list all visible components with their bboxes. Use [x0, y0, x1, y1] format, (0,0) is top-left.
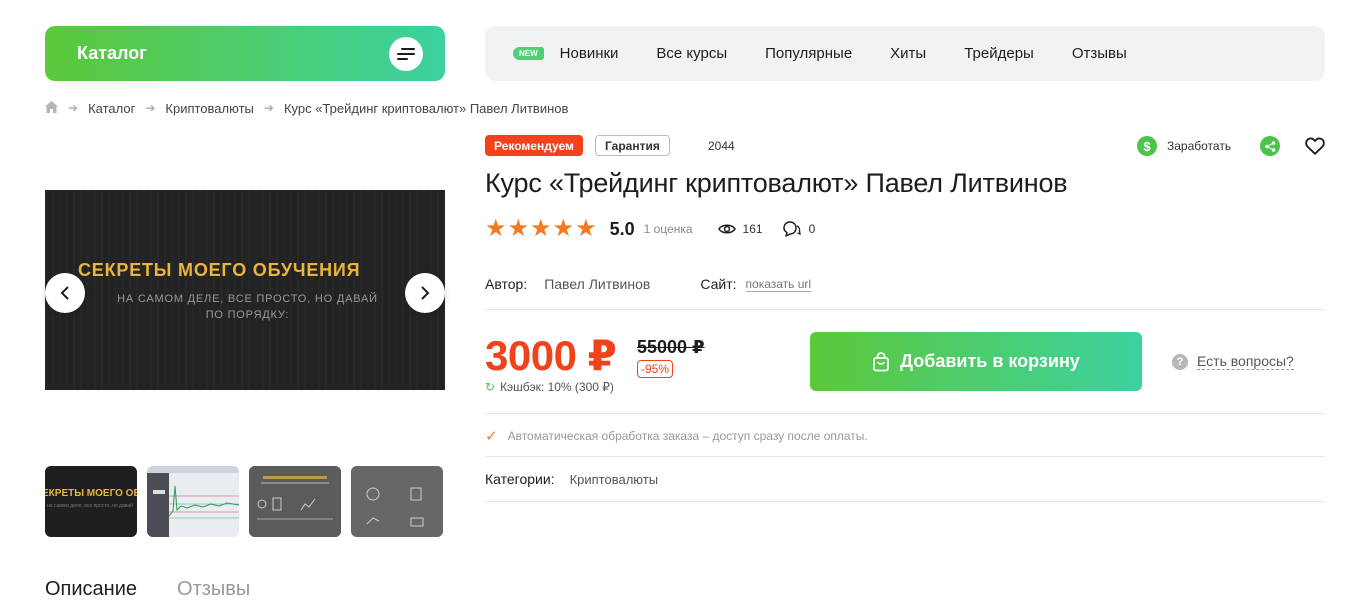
- main-product-image[interactable]: СЕКРЕТЫ МОЕГО ОБУЧЕНИЯ НА САМОМ ДЕЛЕ, ВС…: [45, 190, 445, 390]
- site-key: Сайт:: [700, 276, 737, 292]
- menu-icon: [389, 36, 423, 71]
- question-icon: ?: [1172, 353, 1188, 370]
- heart-icon: [1305, 137, 1325, 155]
- icons-slide-thumb: [351, 466, 443, 537]
- divider: [485, 456, 1325, 457]
- tab-reviews[interactable]: Отзывы: [177, 578, 250, 601]
- share-icon: [1264, 140, 1275, 152]
- catalog-label: Каталог: [77, 43, 147, 63]
- star-icon: ★: [507, 215, 530, 242]
- add-to-cart-button[interactable]: Добавить в корзину: [810, 332, 1142, 391]
- breadcrumb: ➔ Каталог ➔ Криптовалюты ➔ Курс «Трейдин…: [45, 100, 568, 116]
- eye-icon: [717, 224, 736, 234]
- gallery-thumb-3[interactable]: [249, 466, 341, 537]
- gallery-prev-button[interactable]: [45, 273, 85, 313]
- image-headline: СЕКРЕТЫ МОЕГО ОБУЧЕНИЯ: [78, 260, 361, 280]
- earn-button[interactable]: $ Заработать: [1137, 136, 1231, 156]
- product-tabs: Описание Отзывы: [45, 578, 290, 601]
- newbie-slide-thumb: [249, 466, 341, 537]
- categories-row: Категории: Криптовалюты: [485, 471, 658, 487]
- breadcrumb-arrow-icon: ➔: [145, 101, 156, 115]
- questions-label: Есть вопросы?: [1197, 353, 1294, 370]
- product-id: 2044: [708, 139, 735, 153]
- chevron-left-icon: [60, 286, 69, 300]
- gallery-thumb-1[interactable]: ЕКРЕТЫ МОЕГО ОБУЧЕ на самом деле, все пр…: [45, 466, 137, 537]
- breadcrumb-arrow-icon: ➔: [263, 101, 274, 115]
- recommended-badge: Рекомендуем: [485, 135, 583, 156]
- gallery-next-button[interactable]: [405, 273, 445, 313]
- thumb-headline: ЕКРЕТЫ МОЕГО ОБУЧЕ: [45, 488, 137, 499]
- comments-stat[interactable]: 0: [781, 220, 816, 238]
- auto-processing-note: ✓ Автоматическая обработка заказа – дост…: [485, 427, 868, 445]
- product-title: Курс «Трейдинг криптовалют» Павел Литвин…: [485, 168, 1068, 198]
- star-icon: ★: [575, 215, 597, 242]
- breadcrumb-current: Курс «Трейдинг криптовалют» Павел Литвин…: [283, 100, 569, 116]
- divider: [485, 413, 1325, 414]
- old-price: 55000 ₽: [637, 337, 705, 357]
- chart-screenshot-thumb: [147, 466, 239, 537]
- views-count: 161: [742, 222, 763, 236]
- show-url-link[interactable]: показать url: [745, 277, 812, 292]
- rating-count: 1 оценка: [643, 222, 693, 236]
- home-icon[interactable]: [45, 100, 58, 116]
- author-value[interactable]: Павел Литвинов: [544, 276, 650, 292]
- nav-item-popular[interactable]: Популярные: [765, 45, 852, 62]
- shopping-bag-icon: [873, 351, 890, 371]
- comments-count: 0: [808, 222, 816, 236]
- rating-row: ★ ★ ★ ★ ★ 5.0 1 оценка 161 0: [485, 217, 815, 241]
- star-icon: ★: [530, 215, 552, 242]
- auto-note-text: Автоматическая обработка заказа – доступ…: [507, 429, 868, 443]
- share-button[interactable]: [1260, 136, 1280, 156]
- nav-item-new[interactable]: Новинки: [560, 45, 619, 62]
- tab-description[interactable]: Описание: [45, 578, 137, 601]
- divider: [485, 501, 1325, 502]
- image-subtext: НА САМОМ ДЕЛЕ, ВСЕ ПРОСТО, НО ДАВАЙ ПО П…: [117, 293, 378, 321]
- image-texture: [45, 190, 445, 390]
- views-stat: 161: [717, 222, 763, 236]
- gallery-thumb-2[interactable]: [147, 466, 239, 537]
- category-link[interactable]: Криптовалюты: [570, 472, 658, 487]
- meta-row: Автор: Павел Литвинов Сайт: показать url: [485, 275, 812, 293]
- breadcrumb-catalog[interactable]: Каталог: [88, 101, 135, 116]
- guarantee-badge[interactable]: Гарантия: [595, 135, 670, 156]
- questions-link[interactable]: ? Есть вопросы?: [1172, 353, 1294, 370]
- nav-item-hits[interactable]: Хиты: [890, 45, 926, 62]
- top-nav: NEW Новинки Все курсы Популярные Хиты Тр…: [485, 26, 1325, 81]
- chevron-right-icon: [421, 286, 430, 300]
- categories-key: Категории:: [485, 471, 555, 487]
- nav-item-all-courses[interactable]: Все курсы: [656, 45, 727, 62]
- favorite-button[interactable]: [1304, 135, 1326, 157]
- breadcrumb-crypto[interactable]: Криптовалюты: [165, 101, 253, 116]
- divider: [485, 309, 1325, 310]
- add-to-cart-label: Добавить в корзину: [900, 351, 1080, 371]
- dollar-icon: $: [1137, 136, 1157, 156]
- star-icon: ★: [552, 215, 575, 242]
- check-icon: ✓: [485, 428, 498, 445]
- gallery-thumb-4[interactable]: [351, 466, 443, 537]
- breadcrumb-arrow-icon: ➔: [68, 101, 79, 115]
- catalog-button[interactable]: Каталог: [45, 26, 445, 81]
- cashback-info: ↻ Кэшбэк: 10% (300 ₽): [485, 380, 614, 394]
- cashback-text: Кэшбэк: 10% (300 ₽): [500, 380, 614, 394]
- nav-item-reviews[interactable]: Отзывы: [1072, 45, 1127, 62]
- rating-stars[interactable]: ★ ★ ★ ★ ★: [485, 217, 598, 241]
- star-icon: ★: [485, 215, 507, 242]
- comments-icon: [782, 221, 801, 237]
- earn-label: Заработать: [1167, 139, 1232, 153]
- discount-badge: -95%: [637, 360, 674, 378]
- new-badge: NEW: [513, 47, 544, 60]
- author-key: Автор:: [485, 276, 528, 292]
- refresh-icon: ↻: [485, 380, 496, 394]
- current-price: 3000 ₽: [485, 332, 617, 379]
- nav-item-traders[interactable]: Трейдеры: [964, 45, 1034, 62]
- thumb-subtext: на самом деле, все просто, но давай: [47, 503, 133, 509]
- rating-value: 5.0: [609, 218, 635, 239]
